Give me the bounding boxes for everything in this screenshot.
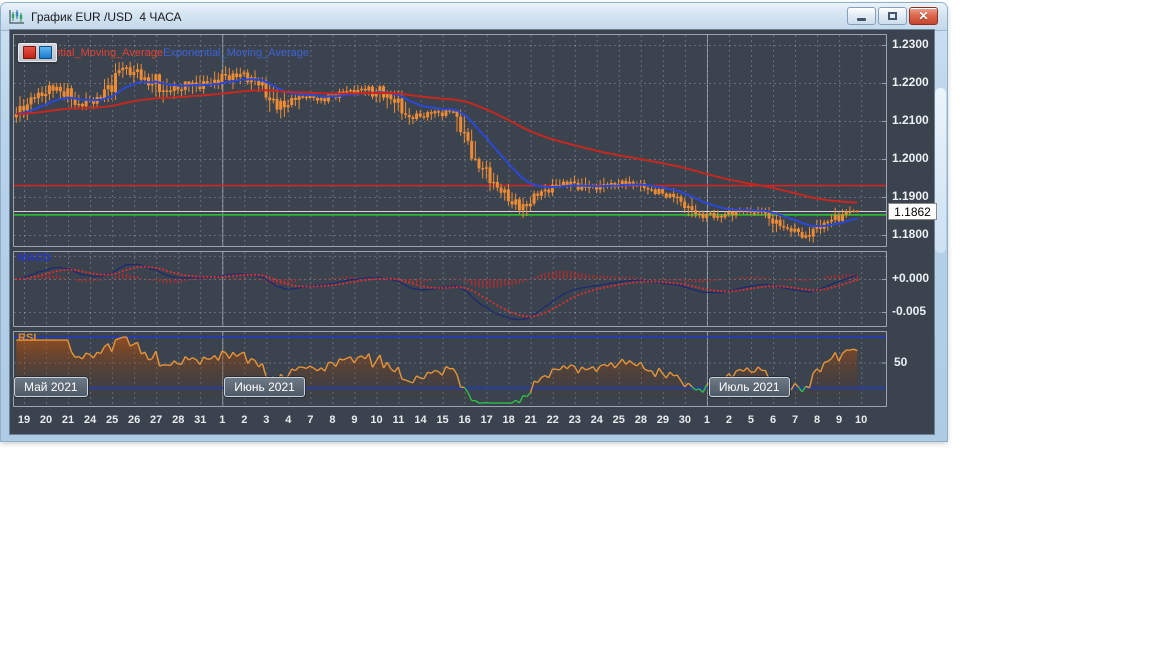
x-tick-label: 31: [194, 414, 206, 426]
x-tick-label: 16: [458, 414, 470, 426]
x-tick-label: 1: [704, 414, 710, 426]
ema-blue-legend-label: Exponential_Moving_Average: [163, 47, 309, 59]
blue-series-swatch-icon[interactable]: [39, 46, 52, 59]
x-tick-label: 5: [748, 414, 754, 426]
window-controls: ✕: [845, 7, 938, 25]
x-tick-label: 17: [481, 414, 493, 426]
x-tick-label: 30: [679, 414, 691, 426]
x-tick-label: 10: [855, 414, 867, 426]
price-pane-canvas[interactable]: [13, 34, 887, 247]
x-tick-label: 23: [569, 414, 581, 426]
price-axis-label: 1.2200: [892, 75, 929, 89]
x-tick-label: 9: [351, 414, 357, 426]
x-tick-label: 26: [128, 414, 140, 426]
candlestick-chart-icon: [8, 9, 26, 25]
x-tick-label: 21: [525, 414, 537, 426]
x-tick-label: 1: [219, 414, 225, 426]
minimize-icon: [857, 18, 866, 21]
x-tick-label: 20: [40, 414, 52, 426]
x-tick-label: 29: [657, 414, 669, 426]
macd-axis-label: +0.000: [892, 271, 929, 285]
x-tick-label: 8: [814, 414, 820, 426]
price-axis-label: 1.1900: [892, 189, 929, 203]
x-tick-label: 7: [792, 414, 798, 426]
x-tick-label: 15: [436, 414, 448, 426]
maximize-icon: [888, 12, 897, 20]
chart-window: График EUR /USD 4 ЧАСА ✕ Exponential_Mov…: [1, 3, 947, 441]
chart-content: Exponential_Moving_Average Exponential_M…: [10, 30, 934, 434]
x-tick-label: 2: [726, 414, 732, 426]
rsi-axis-label: 50: [894, 355, 907, 369]
price-axis-label: 1.2000: [892, 151, 929, 165]
x-tick-label: 24: [84, 414, 96, 426]
macd-pane[interactable]: MACD: [13, 251, 887, 327]
rsi-pane-label: RSI: [18, 332, 36, 344]
x-tick-label: 10: [370, 414, 382, 426]
macd-pane-canvas[interactable]: [13, 251, 887, 327]
price-axis-label: 1.1800: [892, 227, 929, 241]
x-tick-label: 6: [770, 414, 776, 426]
maximize-button[interactable]: [878, 7, 907, 25]
current-price-box: 1.1862: [888, 203, 937, 220]
macd-axis-label: -0.005: [892, 304, 926, 318]
minimize-button[interactable]: [847, 7, 876, 25]
window-title: График EUR /USD 4 ЧАСА: [31, 10, 182, 24]
title-bar[interactable]: График EUR /USD 4 ЧАСА ✕: [1, 3, 947, 31]
x-tick-label: 27: [150, 414, 162, 426]
x-tick-label: 25: [613, 414, 625, 426]
scrollbar[interactable]: [935, 88, 946, 253]
month-label[interactable]: Июль 2021: [709, 377, 790, 397]
red-series-swatch-icon[interactable]: [23, 46, 36, 59]
x-tick-label: 28: [635, 414, 647, 426]
x-tick-label: 11: [393, 414, 405, 426]
x-tick-label: 2: [241, 414, 247, 426]
close-icon: ✕: [918, 10, 928, 22]
month-label[interactable]: Май 2021: [14, 377, 88, 397]
x-tick-label: 8: [329, 414, 335, 426]
month-label[interactable]: Июнь 2021: [224, 377, 305, 397]
x-tick-label: 19: [18, 414, 30, 426]
x-tick-label: 22: [547, 414, 559, 426]
x-tick-label: 14: [414, 414, 426, 426]
x-tick-label: 18: [503, 414, 515, 426]
x-tick-label: 7: [307, 414, 313, 426]
legend-chip[interactable]: [18, 43, 57, 62]
price-axis-label: 1.2100: [892, 113, 929, 127]
x-tick-label: 21: [62, 414, 74, 426]
x-tick-label: 28: [172, 414, 184, 426]
price-pane[interactable]: Exponential_Moving_Average Exponential_M…: [13, 34, 887, 247]
close-button[interactable]: ✕: [909, 7, 938, 25]
x-tick-label: 25: [106, 414, 118, 426]
x-tick-label: 4: [285, 414, 291, 426]
x-tick-label: 9: [836, 414, 842, 426]
price-axis-label: 1.2300: [892, 37, 929, 51]
x-tick-label: 24: [591, 414, 603, 426]
x-tick-label: 3: [263, 414, 269, 426]
macd-pane-label: MACD: [18, 252, 51, 264]
